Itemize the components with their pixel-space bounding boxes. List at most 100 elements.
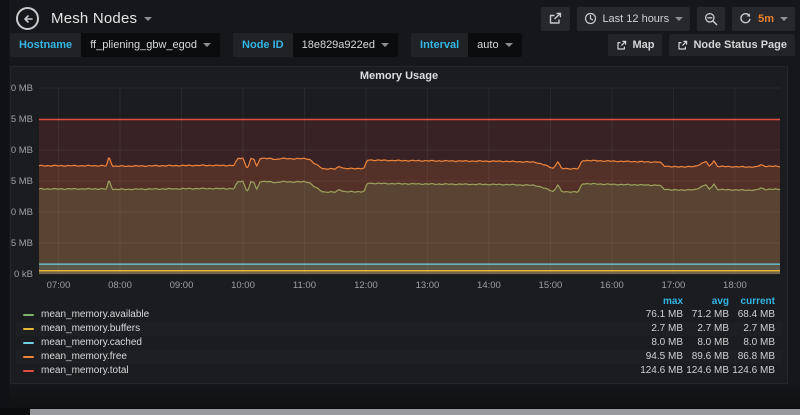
x-axis-tick-label: 08:00 [108, 280, 132, 291]
y-axis-tick-label: 150 MB [11, 84, 33, 94]
time-range-label: Last 12 hours [602, 13, 669, 25]
variable-interval-value-text: auto [477, 39, 498, 51]
legend-max-value: 8.0 MB [637, 336, 683, 350]
chevron-down-icon [381, 43, 389, 47]
x-axis-tick-label: 11:00 [293, 280, 316, 291]
y-axis-tick-label: 75 MB [11, 176, 33, 187]
legend-avg-value: 2.7 MB [683, 322, 729, 336]
legend-series-name[interactable]: mean_memory.available [41, 308, 149, 322]
refresh-icon [739, 12, 752, 25]
variable-hostname-value[interactable]: ff_pliening_gbw_egod [81, 33, 220, 57]
horizontal-scrollbar [0, 408, 800, 415]
legend-max-value: 94.5 MB [637, 350, 683, 364]
legend-current-value: 68.4 MB [729, 308, 775, 322]
legend-row: mean_memory.available 76.1 MB71.2 MB68.4 … [16, 308, 782, 322]
variable-interval-label: Interval [411, 33, 468, 57]
legend-avg-value: 71.2 MB [683, 308, 729, 322]
legend-row: mean_memory.total124.6 MB124.6 MB124.6 M… [16, 364, 782, 378]
back-button[interactable] [16, 7, 39, 30]
top-nav: Mesh Nodes Last 12 hours 5m [16, 5, 795, 32]
legend-current-value: 86.8 MB [729, 350, 775, 364]
legend-max-value: 2.7 MB [637, 322, 683, 336]
x-axis-tick-label: 12:00 [354, 280, 378, 291]
legend-current-value: 124.6 MB [729, 364, 775, 378]
legend-row: mean_memory.buffers2.7 MB2.7 MB2.7 MB [16, 322, 782, 336]
share-button[interactable] [541, 7, 570, 31]
legend-row: mean_memory.free 94.5 MB89.6 MB86.8 MB [16, 350, 782, 364]
x-axis-tick-label: 07:00 [47, 280, 71, 291]
variable-hostname-label: Hostname [10, 33, 81, 57]
chevron-down-icon [505, 43, 513, 47]
variable-interval: Interval auto [411, 33, 522, 57]
dashboard-title[interactable]: Mesh Nodes [51, 10, 137, 27]
variable-nodeid-value-text: 18e829a922ed [302, 39, 375, 51]
y-axis-tick-label: 25 MB [11, 238, 33, 249]
legend-col-current[interactable]: current [729, 295, 775, 309]
legend-color-dash [23, 328, 34, 330]
variable-nodeid-value[interactable]: 18e829a922ed [293, 33, 398, 57]
refresh-button-group[interactable]: 5m [732, 7, 795, 31]
legend-col-avg[interactable]: avg [683, 295, 729, 309]
legend-series-name[interactable]: mean_memory.free [41, 350, 127, 364]
legend-avg-value: 89.6 MB [683, 350, 729, 364]
legend-table: maxavgcurrentmean_memory.available76.1 M… [16, 295, 782, 378]
variable-interval-value[interactable]: auto [468, 33, 521, 57]
x-axis-tick-label: 14:00 [477, 280, 501, 291]
series-fill-mean_memory.available [39, 181, 780, 274]
variable-nodeid-label: Node ID [233, 33, 293, 57]
legend-series-name[interactable]: mean_memory.cached [41, 336, 142, 350]
external-link-icon [677, 40, 688, 51]
node-status-page-link-label: Node Status Page [693, 39, 787, 51]
memory-usage-chart[interactable]: 0 kB 25 MB 50 MB 75 MB 100 MB 125 MB 150 MB 07:… [11, 84, 789, 292]
chevron-down-icon[interactable] [144, 17, 152, 21]
arrow-left-icon [22, 13, 34, 25]
y-axis-tick-label: 100 MB [11, 145, 33, 156]
zoom-out-button[interactable] [697, 7, 725, 31]
map-link-button[interactable]: Map [608, 34, 662, 56]
zoom-out-icon [704, 12, 718, 26]
legend-color-dash [23, 370, 34, 372]
x-axis-tick-label: 09:00 [170, 280, 194, 291]
legend-current-value: 8.0 MB [729, 336, 775, 350]
chevron-down-icon [675, 17, 683, 21]
legend-color-dash [23, 314, 34, 316]
time-range-picker[interactable]: Last 12 hours [577, 7, 690, 31]
panel-title[interactable]: Memory Usage [11, 67, 787, 85]
map-link-label: Map [632, 39, 654, 51]
legend-header-row: maxavgcurrent [16, 295, 782, 308]
legend-series-name[interactable]: mean_memory.total [41, 364, 129, 378]
x-axis-tick-label: 15:00 [539, 280, 563, 291]
horizontal-scrollbar-thumb[interactable] [30, 409, 800, 415]
y-axis-tick-label: 125 MB [11, 114, 33, 125]
submenu-row: Hostname ff_pliening_gbw_egod Node ID 18… [10, 33, 795, 57]
node-status-page-link-button[interactable]: Node Status Page [669, 34, 795, 56]
x-axis-tick-label: 13:00 [416, 280, 440, 291]
x-axis-tick-label: 17:00 [662, 280, 686, 291]
left-edge-strip [0, 0, 9, 415]
refresh-interval-label: 5m [758, 13, 774, 25]
legend-max-value: 124.6 MB [637, 364, 683, 378]
variable-hostname: Hostname ff_pliening_gbw_egod [10, 33, 220, 57]
x-axis-tick-label: 16:00 [600, 280, 624, 291]
legend-color-dash [23, 356, 34, 358]
legend-max-value: 76.1 MB [637, 308, 683, 322]
variable-nodeid: Node ID 18e829a922ed [233, 33, 398, 57]
legend-current-value: 2.7 MB [729, 322, 775, 336]
share-icon [548, 12, 563, 25]
y-axis-tick-label: 0 kB [14, 269, 33, 280]
x-axis-tick-label: 18:00 [723, 280, 747, 291]
y-axis-tick-label: 50 MB [11, 207, 33, 218]
legend-series-name[interactable]: mean_memory.buffers [41, 322, 140, 336]
external-link-icon [616, 40, 627, 51]
legend-col-max[interactable]: max [637, 295, 683, 309]
legend-row: mean_memory.cached8.0 MB8.0 MB8.0 MB [16, 336, 782, 350]
variable-hostname-value-text: ff_pliening_gbw_egod [90, 39, 197, 51]
chevron-down-icon [203, 43, 211, 47]
memory-usage-panel: Memory Usage 0 kB 25 MB 50 MB 75 MB 100 MB 12… [10, 66, 788, 384]
chevron-down-icon [780, 17, 788, 21]
legend-avg-value: 124.6 MB [683, 364, 729, 378]
legend-avg-value: 8.0 MB [683, 336, 729, 350]
x-axis-tick-label: 10:00 [231, 280, 255, 291]
legend-color-dash [23, 342, 34, 344]
clock-icon [584, 12, 597, 25]
